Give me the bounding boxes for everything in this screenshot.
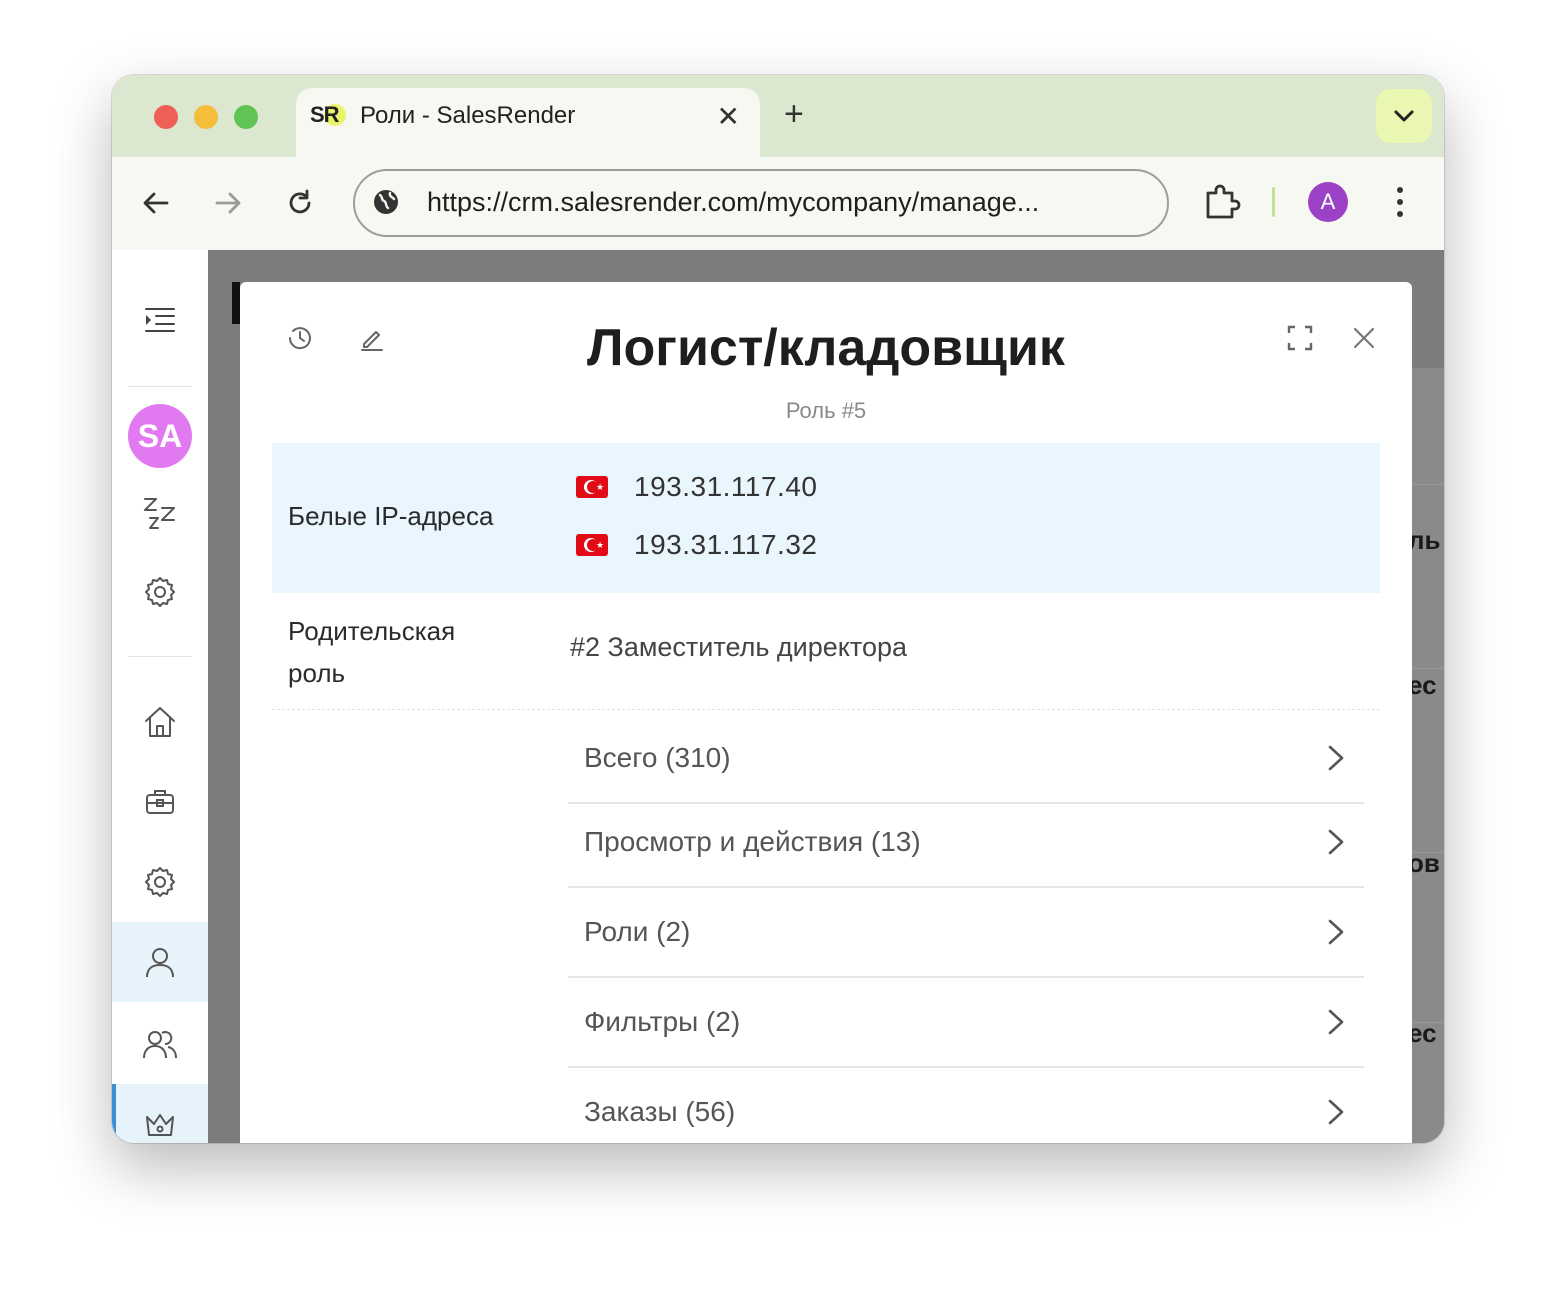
whitelist-ip-row: Белые IP-адреса ★ 193.31.117.40 ★ 193.31…: [272, 443, 1380, 593]
sidebar-item-home[interactable]: [112, 682, 208, 762]
background-row-divider: [1408, 852, 1444, 853]
tab-close-icon[interactable]: ✕: [717, 100, 740, 133]
globe-icon[interactable]: [371, 187, 401, 217]
chevron-right-icon: [1328, 1009, 1344, 1035]
salesrender-favicon-icon: SR: [310, 102, 346, 132]
background-title-fragment: [232, 282, 240, 324]
ip-address: 193.31.117.32: [634, 529, 818, 560]
role-title: Логист/кладовщик: [587, 319, 1065, 377]
permission-group-orders[interactable]: Заказы (56): [568, 1072, 1364, 1143]
tab-title: Роли - SalesRender: [360, 102, 576, 129]
users-icon: [143, 1031, 177, 1059]
parent-role-value[interactable]: #2 Заместитель директора: [570, 632, 907, 663]
chevron-right-icon: [1328, 919, 1344, 945]
user-avatar[interactable]: SA: [128, 404, 192, 468]
background-row-divider: [1408, 484, 1444, 485]
tab-search-button[interactable]: [1376, 89, 1432, 143]
sidebar-item-work[interactable]: [112, 762, 208, 842]
forward-button[interactable]: [210, 185, 246, 221]
permission-group-label: Фильтры (2): [584, 1006, 741, 1037]
crown-icon: [146, 1114, 174, 1136]
permission-group-label: Заказы (56): [584, 1096, 736, 1127]
parent-role-label: Родительская: [288, 616, 456, 646]
reload-icon: [289, 189, 311, 214]
address-bar[interactable]: https://crm.salesrender.com/mycompany/ma…: [353, 169, 1169, 237]
browser-tab[interactable]: SR Роли - SalesRender ✕: [296, 88, 760, 157]
new-tab-button[interactable]: +: [784, 95, 804, 134]
settings-icon: [145, 867, 175, 897]
background-text-fragment: ль: [1408, 525, 1441, 555]
background-text-fragment: ес: [1408, 670, 1437, 700]
sidebar-item-user-settings[interactable]: [112, 552, 208, 632]
background-row-divider: [1408, 1022, 1444, 1023]
permission-group-label: Роли (2): [584, 916, 691, 947]
ip-entry: ★ 193.31.117.40: [576, 467, 817, 507]
url-text[interactable]: https://crm.salesrender.com/mycompany/ma…: [427, 187, 1039, 218]
parent-role-label-line2: роль: [288, 658, 346, 688]
profile-avatar-button[interactable]: A: [1308, 182, 1348, 222]
permission-group-label: Всего (310): [584, 742, 731, 773]
sidebar-toggle-button[interactable]: [112, 280, 208, 360]
sidebar-active-indicator: [112, 1084, 116, 1143]
tab-strip: SR Роли - SalesRender ✕ +: [112, 75, 1444, 157]
chevron-down-icon: [1394, 110, 1414, 122]
browser-menu-button[interactable]: [1390, 185, 1410, 224]
briefcase-icon: [146, 790, 174, 814]
sidebar-item-roles[interactable]: [112, 1084, 208, 1143]
ip-entry: ★ 193.31.117.32: [576, 525, 817, 565]
sidebar-item-teams[interactable]: [112, 1004, 208, 1084]
permission-group-total[interactable]: Всего (310): [568, 718, 1364, 804]
minimize-window-button[interactable]: [194, 105, 218, 129]
sleep-icon: [144, 498, 175, 529]
sidebar-divider: [128, 386, 192, 387]
arrow-left-icon: [143, 192, 169, 214]
browser-toolbar: https://crm.salesrender.com/mycompany/ma…: [112, 157, 1444, 251]
browser-window: SR Роли - SalesRender ✕ + https://crm.sa…: [112, 75, 1444, 1143]
role-id: Роль #5: [785, 398, 867, 423]
kebab-menu-icon: [1397, 187, 1403, 217]
chevron-right-icon: [1328, 745, 1344, 771]
back-button[interactable]: [138, 185, 174, 221]
home-icon: [145, 707, 175, 737]
sidebar-item-users[interactable]: [112, 922, 208, 1002]
permission-group-roles[interactable]: Роли (2): [568, 892, 1364, 978]
permission-group-view-actions[interactable]: Просмотр и действия (13): [568, 802, 1364, 888]
user-icon: [146, 948, 174, 978]
arrow-right-icon: [215, 192, 241, 214]
extensions-button[interactable]: [1202, 183, 1242, 228]
turkey-flag-icon: ★: [576, 476, 608, 498]
permission-group-filters[interactable]: Фильтры (2): [568, 982, 1364, 1068]
sidebar-item-settings[interactable]: [112, 842, 208, 922]
chevron-right-icon: [1328, 829, 1344, 855]
chevron-right-icon: [1328, 1099, 1344, 1125]
sidebar: SA: [112, 250, 208, 1143]
maximize-window-button[interactable]: [234, 105, 258, 129]
page-content: ль ес ов ес SA Логист/кладовщик Роль #5 …: [112, 250, 1444, 1143]
close-window-button[interactable]: [154, 105, 178, 129]
sidebar-item-sleep[interactable]: [112, 474, 208, 554]
background-row-divider: [1408, 668, 1444, 669]
ip-address: 193.31.117.40: [634, 471, 818, 502]
turkey-flag-icon: ★: [576, 534, 608, 556]
puzzle-icon: [1206, 184, 1241, 219]
permission-group-label: Просмотр и действия (13): [584, 826, 921, 857]
whitelist-ip-label: Белые IP-адреса: [288, 501, 494, 531]
section-divider: [272, 709, 1380, 710]
settings-icon: [145, 577, 175, 607]
sidebar-divider: [128, 656, 192, 657]
toolbar-divider: [1272, 187, 1275, 217]
menu-toggle-icon: [145, 308, 175, 332]
role-details-modal: Логист/кладовщик Роль #5 Белые IP-адреса…: [240, 282, 1412, 1143]
reload-button[interactable]: [282, 185, 318, 221]
